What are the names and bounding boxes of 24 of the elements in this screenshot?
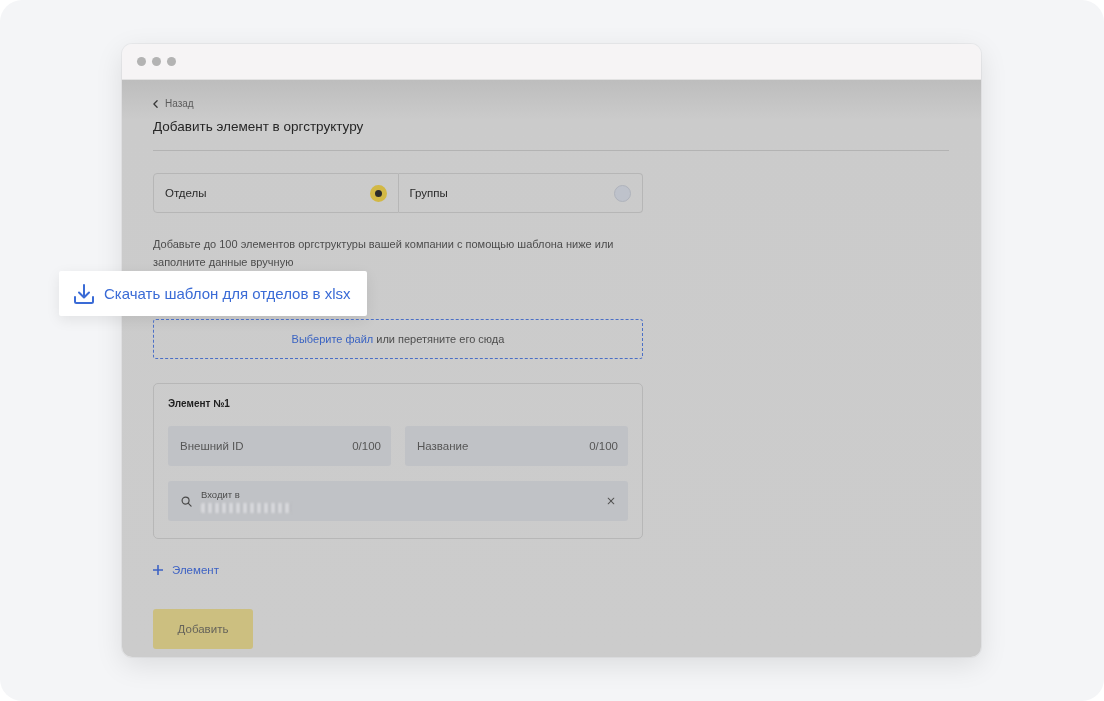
character-counter: 0/100	[352, 439, 381, 453]
back-link[interactable]: Назад	[153, 97, 194, 111]
window-dot-icon[interactable]	[167, 57, 176, 66]
element-title: Элемент №1	[168, 397, 231, 411]
page-title: Добавить элемент в оргструктуру	[153, 118, 364, 136]
add-element-button[interactable]: Элемент	[153, 562, 219, 578]
choose-file-link[interactable]: Выберите файл	[291, 333, 374, 345]
submit-button[interactable]: Добавить	[153, 609, 253, 649]
close-icon[interactable]	[607, 497, 615, 505]
character-counter: 0/100	[589, 439, 618, 453]
dropzone-text: Выберите файл или перетяните его сюда	[291, 333, 505, 345]
parent-search-field[interactable]: Входит в	[168, 481, 628, 521]
type-option[interactable]: Группы	[398, 173, 643, 213]
field-label: Входит в	[201, 489, 240, 501]
window-dot-icon[interactable]	[152, 57, 161, 66]
download-icon	[73, 282, 95, 305]
file-dropzone[interactable]: Выберите файл или перетяните его сюда	[153, 319, 643, 359]
window-dot-icon[interactable]	[137, 57, 146, 66]
download-template-link[interactable]: Скачать шаблон для отделов в xlsx	[59, 271, 367, 316]
type-option[interactable]: Отделы	[153, 173, 399, 213]
plus-icon	[153, 565, 163, 575]
search-icon	[181, 495, 192, 507]
chevron-left-icon	[153, 100, 158, 108]
description-text: Добавьте до 100 элементов оргструктуры вашей компании с помощью шаблона ниже или заполните данные вручную	[153, 237, 615, 270]
